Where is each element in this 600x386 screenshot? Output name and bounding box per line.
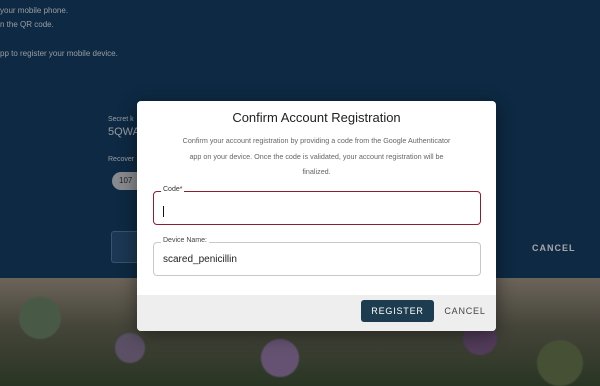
dialog-description: Confirm your account registration by pro… xyxy=(153,133,480,180)
confirm-registration-dialog: Confirm Account Registration Confirm you… xyxy=(137,101,496,331)
register-button[interactable]: REGISTER xyxy=(361,300,434,322)
device-name-label: Device Name: xyxy=(161,237,209,244)
device-name-input[interactable]: Device Name: scared_penicillin xyxy=(153,237,481,276)
code-label: Code* xyxy=(161,186,185,193)
description-line: finalized. xyxy=(302,167,331,176)
cancel-button[interactable]: CANCEL xyxy=(441,300,489,322)
dialog-footer: REGISTER CANCEL xyxy=(137,295,496,331)
dialog-title: Confirm Account Registration xyxy=(232,110,401,125)
description-line: Confirm your account registration by pro… xyxy=(182,136,451,145)
text-caret xyxy=(163,206,164,217)
code-input[interactable]: Code* xyxy=(153,186,481,225)
device-name-value: scared_penicillin xyxy=(163,254,237,265)
description-line: app on your device. Once the code is val… xyxy=(189,151,444,161)
